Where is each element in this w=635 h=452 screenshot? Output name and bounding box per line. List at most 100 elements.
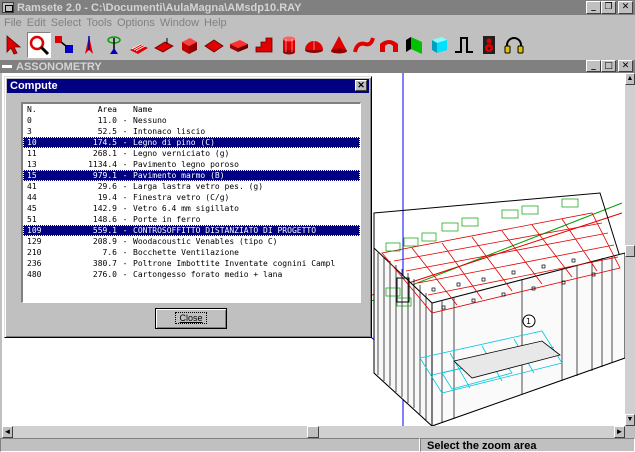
cyan-box-icon[interactable] (427, 32, 451, 58)
row-separator: - (122, 215, 128, 224)
list-item[interactable]: 0 11.0- Nessuno (23, 115, 360, 126)
row-separator: - (122, 127, 128, 136)
horizontal-scrollbar[interactable]: ◄ ► (2, 426, 625, 438)
app-icon[interactable] (2, 2, 14, 13)
dome-icon[interactable] (302, 32, 326, 58)
header-number: N. (27, 105, 37, 114)
row-number: 210 (27, 248, 42, 257)
list-item[interactable]: 45 142.9- Vetro 6.4 mm sigillato (23, 203, 360, 214)
list-item[interactable]: 51 148.6- Porte in ferro (23, 214, 360, 225)
menu-file[interactable]: File (4, 17, 27, 29)
app-title: Ramsete 2.0 - C:\Documenti\AulaMagna\AMs… (17, 1, 302, 14)
row-name: Vetro 6.4 mm sigillato (133, 204, 239, 213)
child-minimize-button[interactable]: _ (586, 60, 601, 72)
list-item[interactable]: 3 52.5- Intonaco liscio (23, 126, 360, 137)
diamond-plate-icon[interactable] (202, 32, 226, 58)
row-area: 1134.4 (88, 160, 117, 169)
row-area: 208.9 (92, 237, 117, 246)
row-name: Nessuno (133, 116, 167, 125)
select-objects-icon[interactable] (52, 32, 76, 58)
row-separator: - (122, 149, 128, 158)
menu-select[interactable]: Select (51, 17, 87, 29)
list-header: N. Area Name (23, 104, 360, 115)
row-area: 979.1 (92, 171, 117, 180)
list-item[interactable]: 13 1134.4- Pavimento legno poroso (23, 159, 360, 170)
receiver-gizmo-icon[interactable] (102, 32, 126, 58)
row-area: 52.5 (97, 127, 117, 136)
red-slab-icon[interactable] (227, 32, 251, 58)
stair-icon[interactable] (252, 32, 276, 58)
row-number: 44 (27, 193, 37, 202)
scroll-right-icon[interactable]: ► (614, 426, 625, 438)
compute-dialog-title-bar: Compute ✕ (7, 79, 369, 93)
status-bar (0, 438, 635, 452)
close-button[interactable]: Close (155, 308, 227, 329)
row-name: Larga lastra vetro pes. (g) (133, 182, 264, 191)
row-separator: - (122, 138, 128, 147)
red-plane-icon[interactable] (152, 32, 176, 58)
list-item[interactable]: 15 979.1- Pavimento marmo (B) (23, 170, 360, 181)
materials-listbox[interactable]: N. Area Name 0 11.0- Nessuno 3 52.5- Intonaco… (21, 102, 361, 303)
scroll-up-icon[interactable]: ▲ (625, 73, 635, 85)
curved-pipe-icon[interactable] (352, 32, 376, 58)
source-pointer-icon[interactable] (77, 32, 101, 58)
row-number: 13 (27, 160, 37, 169)
scroll-down-icon[interactable]: ▼ (625, 414, 635, 426)
row-number: 0 (27, 116, 32, 125)
row-number: 129 (27, 237, 42, 246)
horizontal-scroll-thumb[interactable] (307, 426, 319, 438)
cone-icon[interactable] (327, 32, 351, 58)
cylinder-icon[interactable] (277, 32, 301, 58)
row-separator: - (122, 248, 128, 257)
dialog-close-icon[interactable]: ✕ (355, 80, 367, 91)
menu-help[interactable]: Help (204, 17, 232, 29)
arch-icon[interactable] (377, 32, 401, 58)
menu-window[interactable]: Window (160, 17, 204, 29)
row-separator: - (122, 116, 128, 125)
close-window-button[interactable]: ✕ (618, 1, 633, 14)
row-number: 109 (27, 226, 42, 235)
row-area: 142.9 (92, 204, 117, 213)
list-item[interactable]: 480 276.0- Cartongesso forato medio + lana (23, 269, 360, 280)
row-name: CONTROSOFFITTO DISTANZIATO DI PROGETTO (133, 226, 317, 235)
zoom-magnifier-icon[interactable] (27, 32, 51, 58)
row-separator: - (122, 160, 128, 169)
row-separator: - (122, 204, 128, 213)
scroll-left-icon[interactable]: ◄ (2, 426, 13, 438)
row-separator: - (122, 193, 128, 202)
list-item[interactable]: 109 559.1- CONTROSOFFITTO DISTANZIATO DI P… (23, 225, 360, 236)
child-maximize-button[interactable]: □ (601, 60, 616, 72)
row-name: Legno verniciato (g) (133, 149, 230, 158)
vertical-scroll-thumb[interactable] (625, 245, 635, 257)
row-separator: - (122, 182, 128, 191)
list-item[interactable]: 44 19.4- Finestra vetro (C/g) (23, 192, 360, 203)
headphones-icon[interactable] (502, 32, 526, 58)
profile-line-icon[interactable] (452, 32, 476, 58)
row-separator: - (122, 237, 128, 246)
row-separator: - (122, 171, 128, 180)
list-item[interactable]: 236 380.7- Poltrone Imbottite Inventate co… (23, 258, 360, 269)
header-area: Area (97, 105, 117, 114)
child-close-button[interactable]: ✕ (618, 60, 633, 72)
list-item[interactable]: 10 174.5- Legno di pino (C) (23, 137, 360, 148)
maximize-button[interactable]: ❐ (601, 1, 616, 14)
menu-edit[interactable]: Edit (27, 17, 51, 29)
list-item[interactable]: 129 208.9- Woodacoustic Venables (tipo C) (23, 236, 360, 247)
row-area: 29.6 (97, 182, 117, 191)
list-item[interactable]: 41 29.6- Larga lastra vetro pes. (g) (23, 181, 360, 192)
striped-panel-icon[interactable] (127, 32, 151, 58)
row-area: 559.1 (92, 226, 117, 235)
vertical-scrollbar[interactable]: ▲ ▼ (625, 73, 635, 426)
assonometry-title-bar: ASSONOMETRY _ □ ✕ (0, 60, 635, 73)
pointer-arrow-icon[interactable] (2, 32, 26, 58)
wall-shape-icon[interactable] (402, 32, 426, 58)
menu-options[interactable]: Options (117, 17, 160, 29)
list-item[interactable]: 11 268.1- Legno verniciato (g) (23, 148, 360, 159)
row-number: 45 (27, 204, 37, 213)
child-system-menu-icon[interactable] (2, 65, 12, 68)
list-item[interactable]: 210 7.6- Bocchette Ventilazione (23, 247, 360, 258)
minimize-button[interactable]: _ (586, 1, 601, 14)
speaker-icon[interactable] (477, 32, 501, 58)
red-box-icon[interactable] (177, 32, 201, 58)
menu-tools[interactable]: Tools (86, 17, 117, 29)
